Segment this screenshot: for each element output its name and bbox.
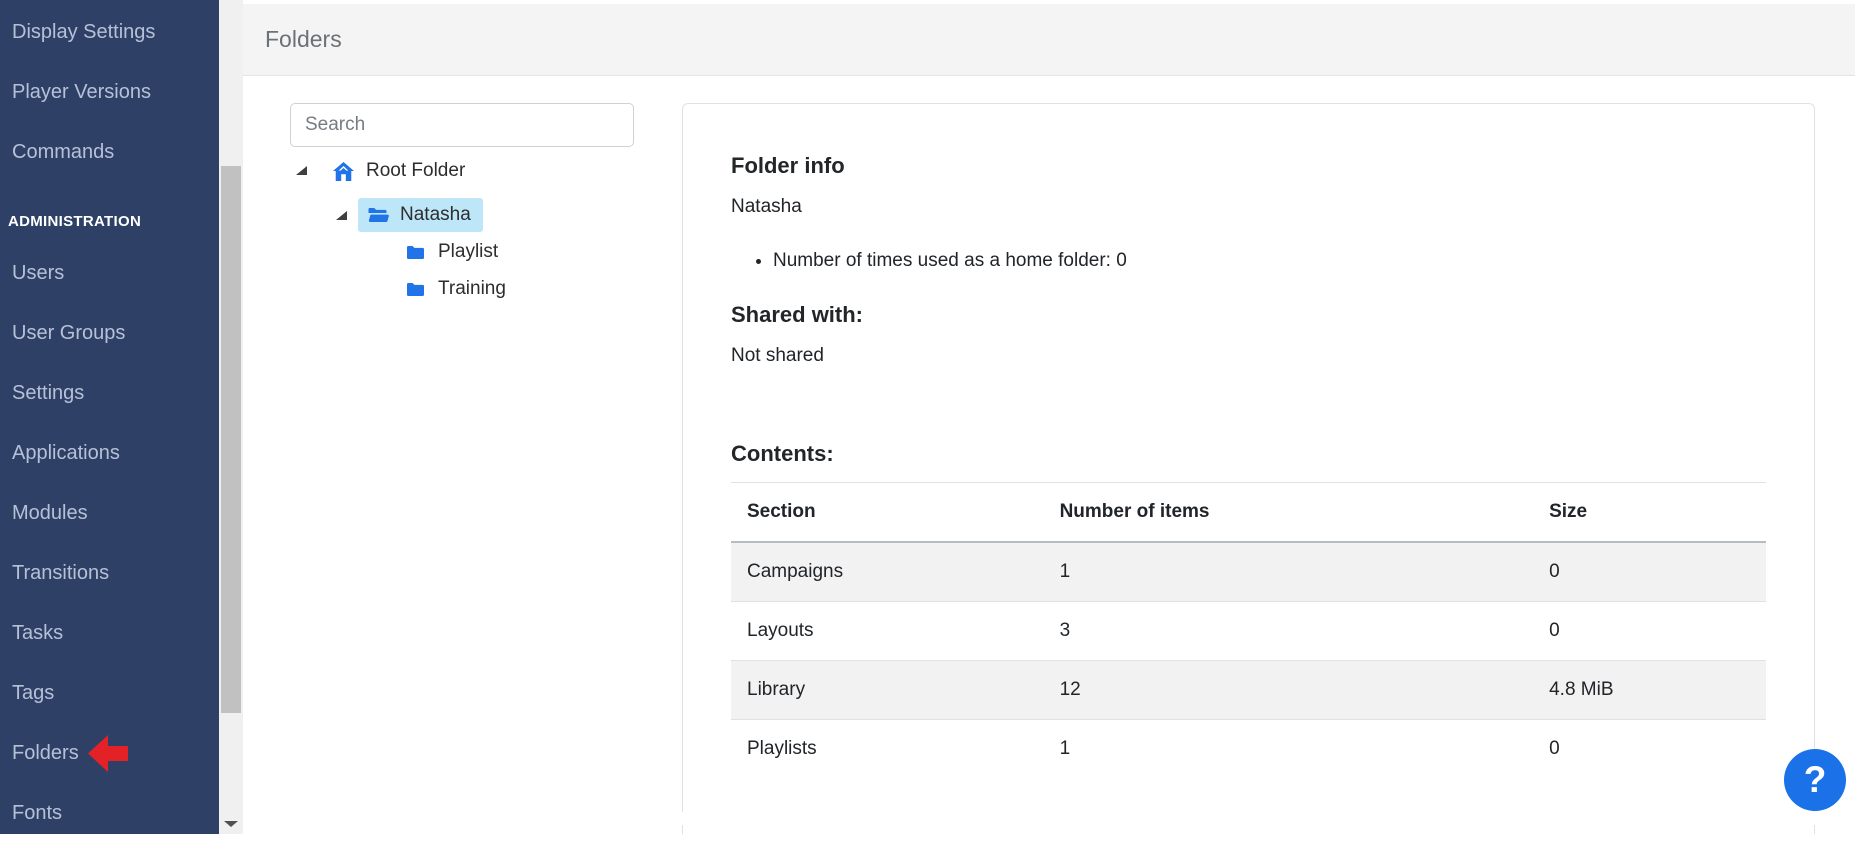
sidebar-item-tasks[interactable]: Tasks: [0, 603, 219, 663]
folder-stats-list: Number of times used as a home folder: 0: [731, 249, 1766, 273]
tree-node-label: Training: [438, 278, 506, 300]
sidebar-item-fonts[interactable]: Fonts: [0, 783, 219, 843]
sidebar-item-label: User Groups: [12, 322, 125, 345]
page-header: Folders: [243, 4, 1855, 76]
contents-heading: Contents:: [731, 440, 1766, 467]
sidebar-item-label: Player Versions: [12, 81, 151, 104]
sidebar-item-display-settings[interactable]: Display Settings: [0, 2, 219, 62]
sidebar-item-label: Commands: [12, 141, 114, 164]
contents-table: Section Number of items Size Campaigns 1…: [731, 482, 1766, 778]
cell-items: 1: [1044, 720, 1534, 779]
home-icon: [333, 162, 354, 181]
tree-node-label: Root Folder: [366, 160, 465, 182]
sidebar-item-tags[interactable]: Tags: [0, 663, 219, 723]
sidebar-item-label: Tasks: [12, 622, 63, 645]
help-button[interactable]: ?: [1784, 749, 1846, 811]
red-left-arrow-icon: [88, 735, 128, 772]
sidebar-scrollbar-thumb[interactable]: [221, 166, 241, 713]
tree-node-label: Natasha: [400, 204, 471, 226]
shared-with-heading: Shared with:: [731, 301, 1766, 328]
sidebar-item-label: Display Settings: [12, 21, 155, 44]
next-panel-border: [682, 825, 683, 834]
folder-name: Natasha: [731, 195, 1766, 219]
sidebar-item-user-groups[interactable]: User Groups: [0, 303, 219, 363]
shared-with-value: Not shared: [731, 344, 1766, 368]
table-row: Campaigns 1 0: [731, 542, 1766, 602]
folder-icon: [406, 244, 426, 260]
cell-section: Layouts: [731, 602, 1044, 661]
column-header-section: Section: [731, 483, 1044, 543]
sidebar: Display Settings Player Versions Command…: [0, 0, 219, 834]
tree-node-selected[interactable]: Natasha: [358, 198, 483, 232]
column-header-size: Size: [1533, 483, 1766, 543]
sidebar-item-modules[interactable]: Modules: [0, 483, 219, 543]
cell-size: 0: [1533, 542, 1766, 602]
cell-items: 1: [1044, 542, 1534, 602]
tree-node-label: Playlist: [438, 241, 498, 263]
cell-size: 0: [1533, 602, 1766, 661]
sidebar-item-label: Transitions: [12, 562, 109, 585]
cell-size: 4.8 MiB: [1533, 661, 1766, 720]
column-header-number-of-items: Number of items: [1044, 483, 1534, 543]
cell-section: Playlists: [731, 720, 1044, 779]
sidebar-item-users[interactable]: Users: [0, 243, 219, 303]
table-row: Playlists 1 0: [731, 720, 1766, 779]
folder-icon: [406, 281, 426, 297]
table-row: Library 12 4.8 MiB: [731, 661, 1766, 720]
cell-size: 0: [1533, 720, 1766, 779]
sidebar-item-settings[interactable]: Settings: [0, 363, 219, 423]
sidebar-item-label: Fonts: [12, 802, 62, 825]
sidebar-item-label: Users: [12, 262, 64, 285]
sidebar-item-transitions[interactable]: Transitions: [0, 543, 219, 603]
cell-items: 12: [1044, 661, 1534, 720]
sidebar-item-applications[interactable]: Applications: [0, 423, 219, 483]
cell-section: Campaigns: [731, 542, 1044, 602]
table-row: Layouts 3 0: [731, 602, 1766, 661]
chevron-down-icon[interactable]: [224, 821, 238, 827]
sidebar-item-label: Folders: [12, 742, 79, 765]
sidebar-item-player-versions[interactable]: Player Versions: [0, 62, 219, 122]
sidebar-item-label: Tags: [12, 682, 54, 705]
table-header-row: Section Number of items Size: [731, 483, 1766, 543]
home-folder-usage: Number of times used as a home folder: 0: [773, 249, 1766, 273]
search-input[interactable]: [290, 103, 634, 147]
next-panel-border: [1814, 825, 1815, 834]
tree-node-root[interactable]: Root Folder: [333, 158, 465, 184]
sidebar-scrollbar-track[interactable]: [219, 0, 243, 834]
sidebar-section-administration: ADMINISTRATION: [0, 201, 219, 241]
page-title: Folders: [265, 26, 342, 53]
cell-items: 3: [1044, 602, 1534, 661]
panel-title: Folder info: [731, 152, 1766, 179]
sidebar-item-label: Applications: [12, 442, 120, 465]
tree-node-child[interactable]: Training: [406, 276, 506, 302]
folder-info-panel: Folder info Natasha Number of times used…: [682, 103, 1815, 812]
folder-open-icon: [368, 207, 389, 224]
question-icon: ?: [1804, 759, 1827, 801]
sidebar-item-label: Settings: [12, 382, 84, 405]
sidebar-item-label: Modules: [12, 502, 88, 525]
tree-node-child[interactable]: Playlist: [406, 239, 498, 265]
cell-section: Library: [731, 661, 1044, 720]
sidebar-item-commands[interactable]: Commands: [0, 122, 219, 182]
